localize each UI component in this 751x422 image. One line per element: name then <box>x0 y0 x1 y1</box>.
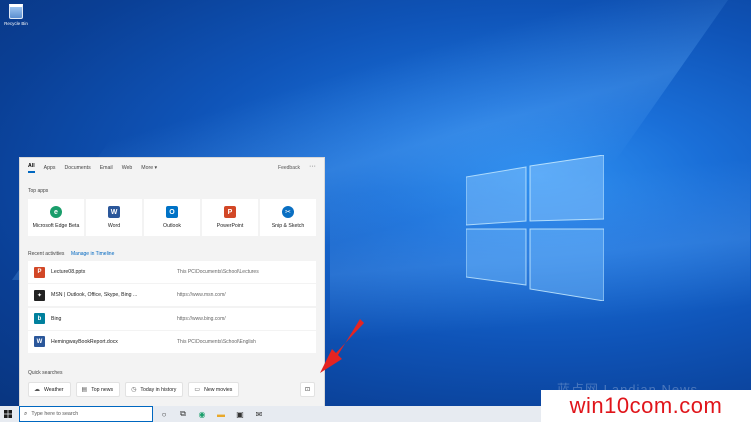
screenshot-search-icon[interactable]: ⊡ <box>300 382 315 397</box>
snip-icon: ✂ <box>282 206 294 218</box>
windows-logo-wallpaper <box>466 155 604 301</box>
cortana-icon[interactable]: ○ <box>157 407 171 421</box>
word-icon: W <box>34 336 45 348</box>
task-view-icon[interactable]: ⧉ <box>176 407 190 421</box>
top-apps-title: Top apps <box>28 188 49 194</box>
news-icon: ▤ <box>81 387 88 393</box>
more-options-icon[interactable]: ··· <box>309 163 316 170</box>
feedback-link[interactable]: Feedback <box>278 165 300 171</box>
recent-item-name: HemingwayBookReport.docx <box>51 338 118 345</box>
recent-list: P Lecture08.pptx This PC\Documents\Schoo… <box>28 261 316 354</box>
app-tile-snip-sketch[interactable]: ✂ Snip & Sketch <box>260 199 316 236</box>
recent-item-path: This PC\Documents\School\English <box>177 338 256 345</box>
recent-item-name: MSN | Outlook, Office, Skype, Bing ... <box>51 292 138 299</box>
list-item[interactable]: b Bing https://www.bing.com/ <box>28 307 316 330</box>
manage-timeline-link[interactable]: Manage in Timeline <box>71 251 114 257</box>
search-icon: ⌕ <box>24 410 28 417</box>
search-placeholder: Type here to search <box>31 411 79 417</box>
app-tile-powerpoint[interactable]: P PowerPoint <box>202 199 258 236</box>
tab-web[interactable]: Web <box>122 165 133 171</box>
edge-icon[interactable]: ◉ <box>195 407 209 421</box>
watermark-text: win10com.com <box>569 393 723 418</box>
search-panel: All Apps Documents Email Web More ▾ Feed… <box>19 157 325 407</box>
powerpoint-icon: P <box>224 206 236 218</box>
search-tabs: All Apps Documents Email Web More ▾ Feed… <box>20 158 324 178</box>
recent-item-path: This PC\Documents\School\Lectures <box>177 269 259 275</box>
chip-label: New movies <box>204 386 233 393</box>
quick-search-weather[interactable]: ☁ Weather <box>28 382 71 397</box>
red-arrow-annotation <box>320 319 364 373</box>
recent-item-path: https://www.msn.com/ <box>177 292 226 299</box>
recent-item-name: Lecture08.pptx <box>51 269 86 275</box>
app-tile-outlook[interactable]: O Outlook <box>144 199 200 236</box>
quick-searches-title: Quick searches <box>28 370 63 376</box>
tab-email[interactable]: Email <box>100 165 113 171</box>
list-item[interactable]: ✦ MSN | Outlook, Office, Skype, Bing ...… <box>28 284 316 307</box>
recent-item-path: https://www.bing.com/ <box>177 315 226 322</box>
chip-label: Weather <box>44 386 64 393</box>
store-icon[interactable]: ▣ <box>233 407 247 421</box>
tab-more[interactable]: More ▾ <box>141 165 157 171</box>
tab-all[interactable]: All <box>28 163 35 173</box>
powerpoint-icon: P <box>34 266 45 278</box>
quick-search-top-news[interactable]: ▤ Top news <box>75 382 121 397</box>
tab-apps[interactable]: Apps <box>44 165 56 171</box>
quick-search-today-in-history[interactable]: ◷ Today in history <box>125 382 184 397</box>
taskbar-icons: ○ ⧉ ◉ ▬ ▣ ✉ <box>157 406 266 422</box>
file-explorer-icon[interactable]: ▬ <box>214 407 228 421</box>
msn-icon: ✦ <box>34 289 45 301</box>
recycle-bin-label: Recycle Bin <box>4 21 28 26</box>
app-name: Word <box>107 223 121 229</box>
chip-label: Top news <box>91 386 114 393</box>
quick-search-new-movies[interactable]: ▭ New movies <box>188 382 240 397</box>
cloud-icon: ☁ <box>34 387 40 393</box>
recent-item-name: Bing <box>51 315 62 322</box>
tab-documents[interactable]: Documents <box>64 165 90 171</box>
recycle-bin-icon[interactable]: Recycle Bin <box>3 4 29 26</box>
outlook-icon: O <box>166 206 178 218</box>
app-name: Microsoft Edge Beta <box>32 223 80 229</box>
app-name: Snip & Sketch <box>271 223 305 229</box>
watermark-badge: win10com.com <box>541 390 751 422</box>
recent-activities-title: Recent activities <box>28 251 65 257</box>
app-name: Outlook <box>163 223 181 229</box>
top-apps-list: e Microsoft Edge Beta W Word O Outlook P… <box>28 199 316 236</box>
edge-icon: e <box>50 206 62 218</box>
windows-start-icon[interactable] <box>4 410 12 418</box>
app-name: PowerPoint <box>216 223 244 229</box>
list-item[interactable]: W HemingwayBookReport.docx This PC\Docum… <box>28 330 316 353</box>
list-item[interactable]: P Lecture08.pptx This PC\Documents\Schoo… <box>28 261 316 283</box>
bing-icon: b <box>34 313 45 325</box>
app-tile-edge[interactable]: e Microsoft Edge Beta <box>28 199 84 236</box>
app-tile-word[interactable]: W Word <box>86 199 142 236</box>
chip-label: Today in history <box>140 386 177 393</box>
clock-icon: ◷ <box>131 387 137 393</box>
recycle-bin-glyph <box>9 4 23 19</box>
mail-icon[interactable]: ✉ <box>252 407 266 421</box>
quick-searches: ☁ Weather ▤ Top news ◷ Today in history ▭ Ne… <box>28 382 240 397</box>
film-icon: ▭ <box>194 387 201 393</box>
taskbar-search-box[interactable]: ⌕ Type here to search <box>19 406 153 422</box>
word-icon: W <box>108 206 120 218</box>
